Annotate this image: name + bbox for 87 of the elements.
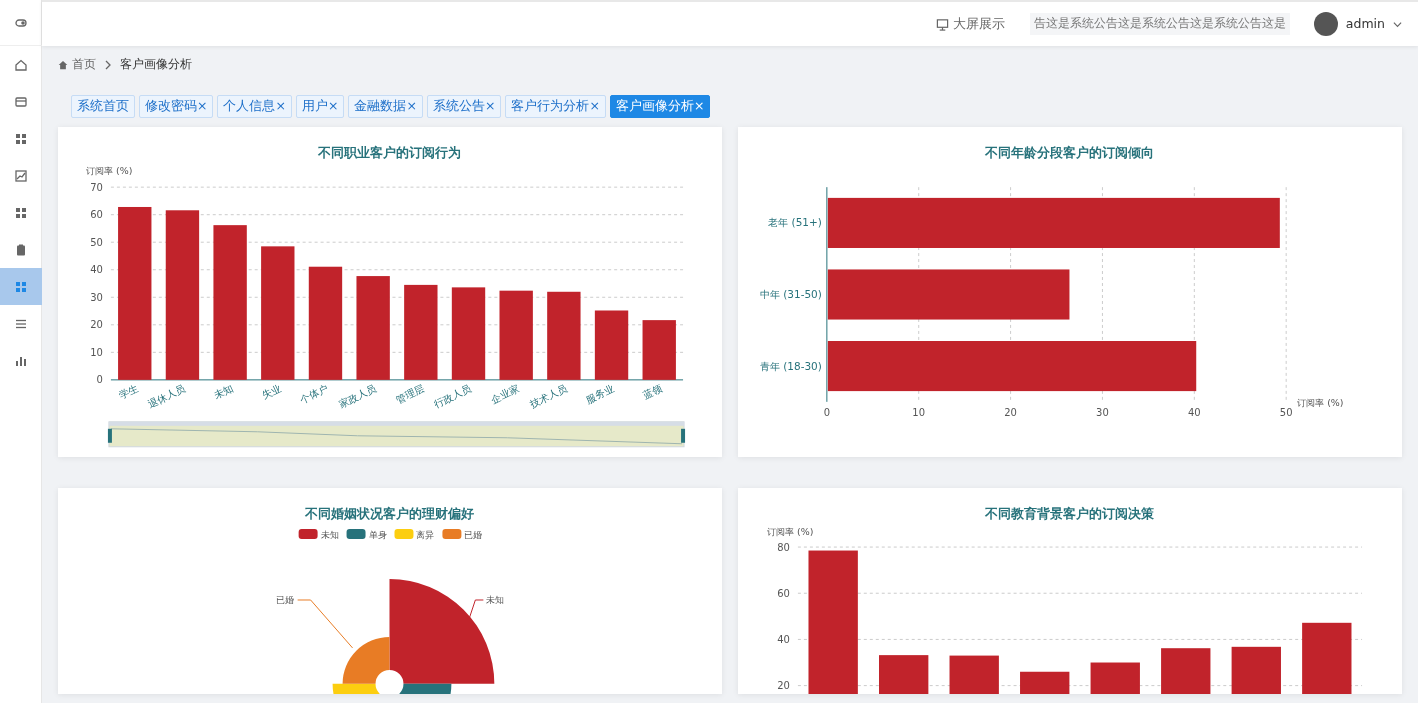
axis-label: 20 (90, 319, 103, 331)
chart-title: 不同教育背景客户的订阅决策 (985, 506, 1154, 522)
breadcrumb-item: 客户画像分析 (120, 56, 192, 73)
legend-item[interactable]: 已婚 (442, 529, 483, 541)
axis-label: 50 (90, 236, 103, 248)
legend-item[interactable]: 未知 (298, 529, 339, 541)
axis-label: 30 (1096, 406, 1109, 418)
legend-label: 已婚 (464, 529, 483, 541)
clipboard-icon (14, 242, 28, 257)
axis-title: 订阅率 (%) (85, 165, 133, 177)
axis-label: 服务业 (584, 382, 617, 406)
legend-item[interactable]: 单身 (346, 529, 387, 541)
bar (594, 310, 629, 380)
chart-title: 不同年龄分段客户的订阅倾向 (985, 145, 1154, 161)
legend-label: 单身 (368, 529, 387, 541)
leader-line (297, 599, 354, 649)
axis-label: 退休人员 (146, 382, 188, 410)
bar (642, 320, 676, 380)
axis-label: 失业 (259, 382, 283, 402)
monitor-icon (935, 17, 949, 31)
home-icon (58, 59, 68, 70)
caret-icon[interactable] (1393, 19, 1402, 29)
tab[interactable]: 个人信息× (217, 95, 292, 118)
bar (1090, 662, 1140, 694)
axis-label: 20 (777, 680, 790, 692)
axis-label: 家政人员 (337, 382, 378, 410)
axis-label: 50 (1279, 406, 1293, 418)
axis-label: 40 (777, 633, 790, 645)
home-icon (14, 57, 28, 72)
tab[interactable]: 用户× (295, 95, 345, 118)
grid-icon (14, 131, 28, 146)
slice-label: 已婚 (275, 594, 294, 605)
axis-label: 10 (90, 346, 103, 358)
avatar[interactable] (1313, 12, 1338, 36)
leader-line (468, 599, 484, 619)
bar (1231, 646, 1281, 694)
big-screen-button[interactable]: 大屏展示 (934, 13, 1006, 35)
grid-icon (14, 279, 28, 294)
chevron-icon (104, 59, 112, 70)
axis-label: 0 (823, 406, 831, 418)
bar (1302, 622, 1352, 694)
axis-label: 管理层 (393, 382, 426, 406)
axis-label: 中年 (31-50) (759, 288, 822, 300)
axis-label: 行政人员 (432, 382, 474, 410)
breadcrumb-item[interactable]: 首页 (72, 56, 96, 74)
card-icon (14, 94, 28, 109)
username[interactable]: admin (1345, 14, 1385, 34)
tab[interactable]: 金融数据× (348, 95, 423, 118)
chart-title: 不同婚姻状况客户的理财偏好 (305, 506, 474, 522)
legend-label: 离异 (416, 529, 435, 541)
tab[interactable]: 客户行为分析× (505, 95, 606, 118)
axis-label: 未知 (212, 382, 235, 402)
axis-title: 订阅率 (%) (1297, 396, 1344, 408)
legend-item[interactable]: 离异 (394, 529, 435, 541)
chart-title: 不同职业客户的订阅行为 (318, 145, 461, 161)
axis-label: 70 (90, 181, 103, 193)
bar (1161, 648, 1211, 694)
bar (949, 655, 999, 694)
zoom-slider[interactable] (107, 421, 686, 448)
slice-label: 未知 (486, 594, 505, 605)
axis-label: 80 (777, 541, 790, 553)
tab[interactable]: 客户画像分析× (609, 95, 711, 118)
axis-label: 30 (90, 291, 103, 303)
axis-label: 蓝领 (641, 382, 665, 402)
axis-label: 青年 (18-30) (759, 359, 822, 372)
axis-label: 40 (90, 264, 103, 276)
axis-label: 企业家 (489, 382, 521, 406)
legend-label: 未知 (320, 529, 339, 541)
tab[interactable]: 系统首页 (71, 95, 135, 118)
axis-label: 60 (777, 587, 790, 599)
axis-title: 订阅率 (%) (766, 526, 814, 538)
tab[interactable]: 修改密码× (139, 95, 214, 118)
axis-label: 技术人员 (527, 382, 569, 410)
grid-icon (14, 205, 28, 220)
axis-label: 60 (90, 209, 103, 221)
chart-icon (14, 168, 28, 183)
axis-label: 个体户 (298, 382, 331, 406)
axis-label: 学生 (116, 382, 140, 402)
axis-label: 20 (1004, 406, 1017, 418)
axis-label: 0 (96, 374, 103, 386)
axis-label: 40 (1187, 406, 1201, 418)
notice-marquee: 告这是系统公告这是系统公告这是系统公告这是 (1029, 13, 1290, 35)
axis-label: 10 (912, 406, 926, 418)
bar (1020, 671, 1070, 694)
tab[interactable]: 系统公告× (426, 95, 502, 118)
bar (879, 655, 929, 694)
axis-label: 老年 (51+) (768, 216, 822, 229)
